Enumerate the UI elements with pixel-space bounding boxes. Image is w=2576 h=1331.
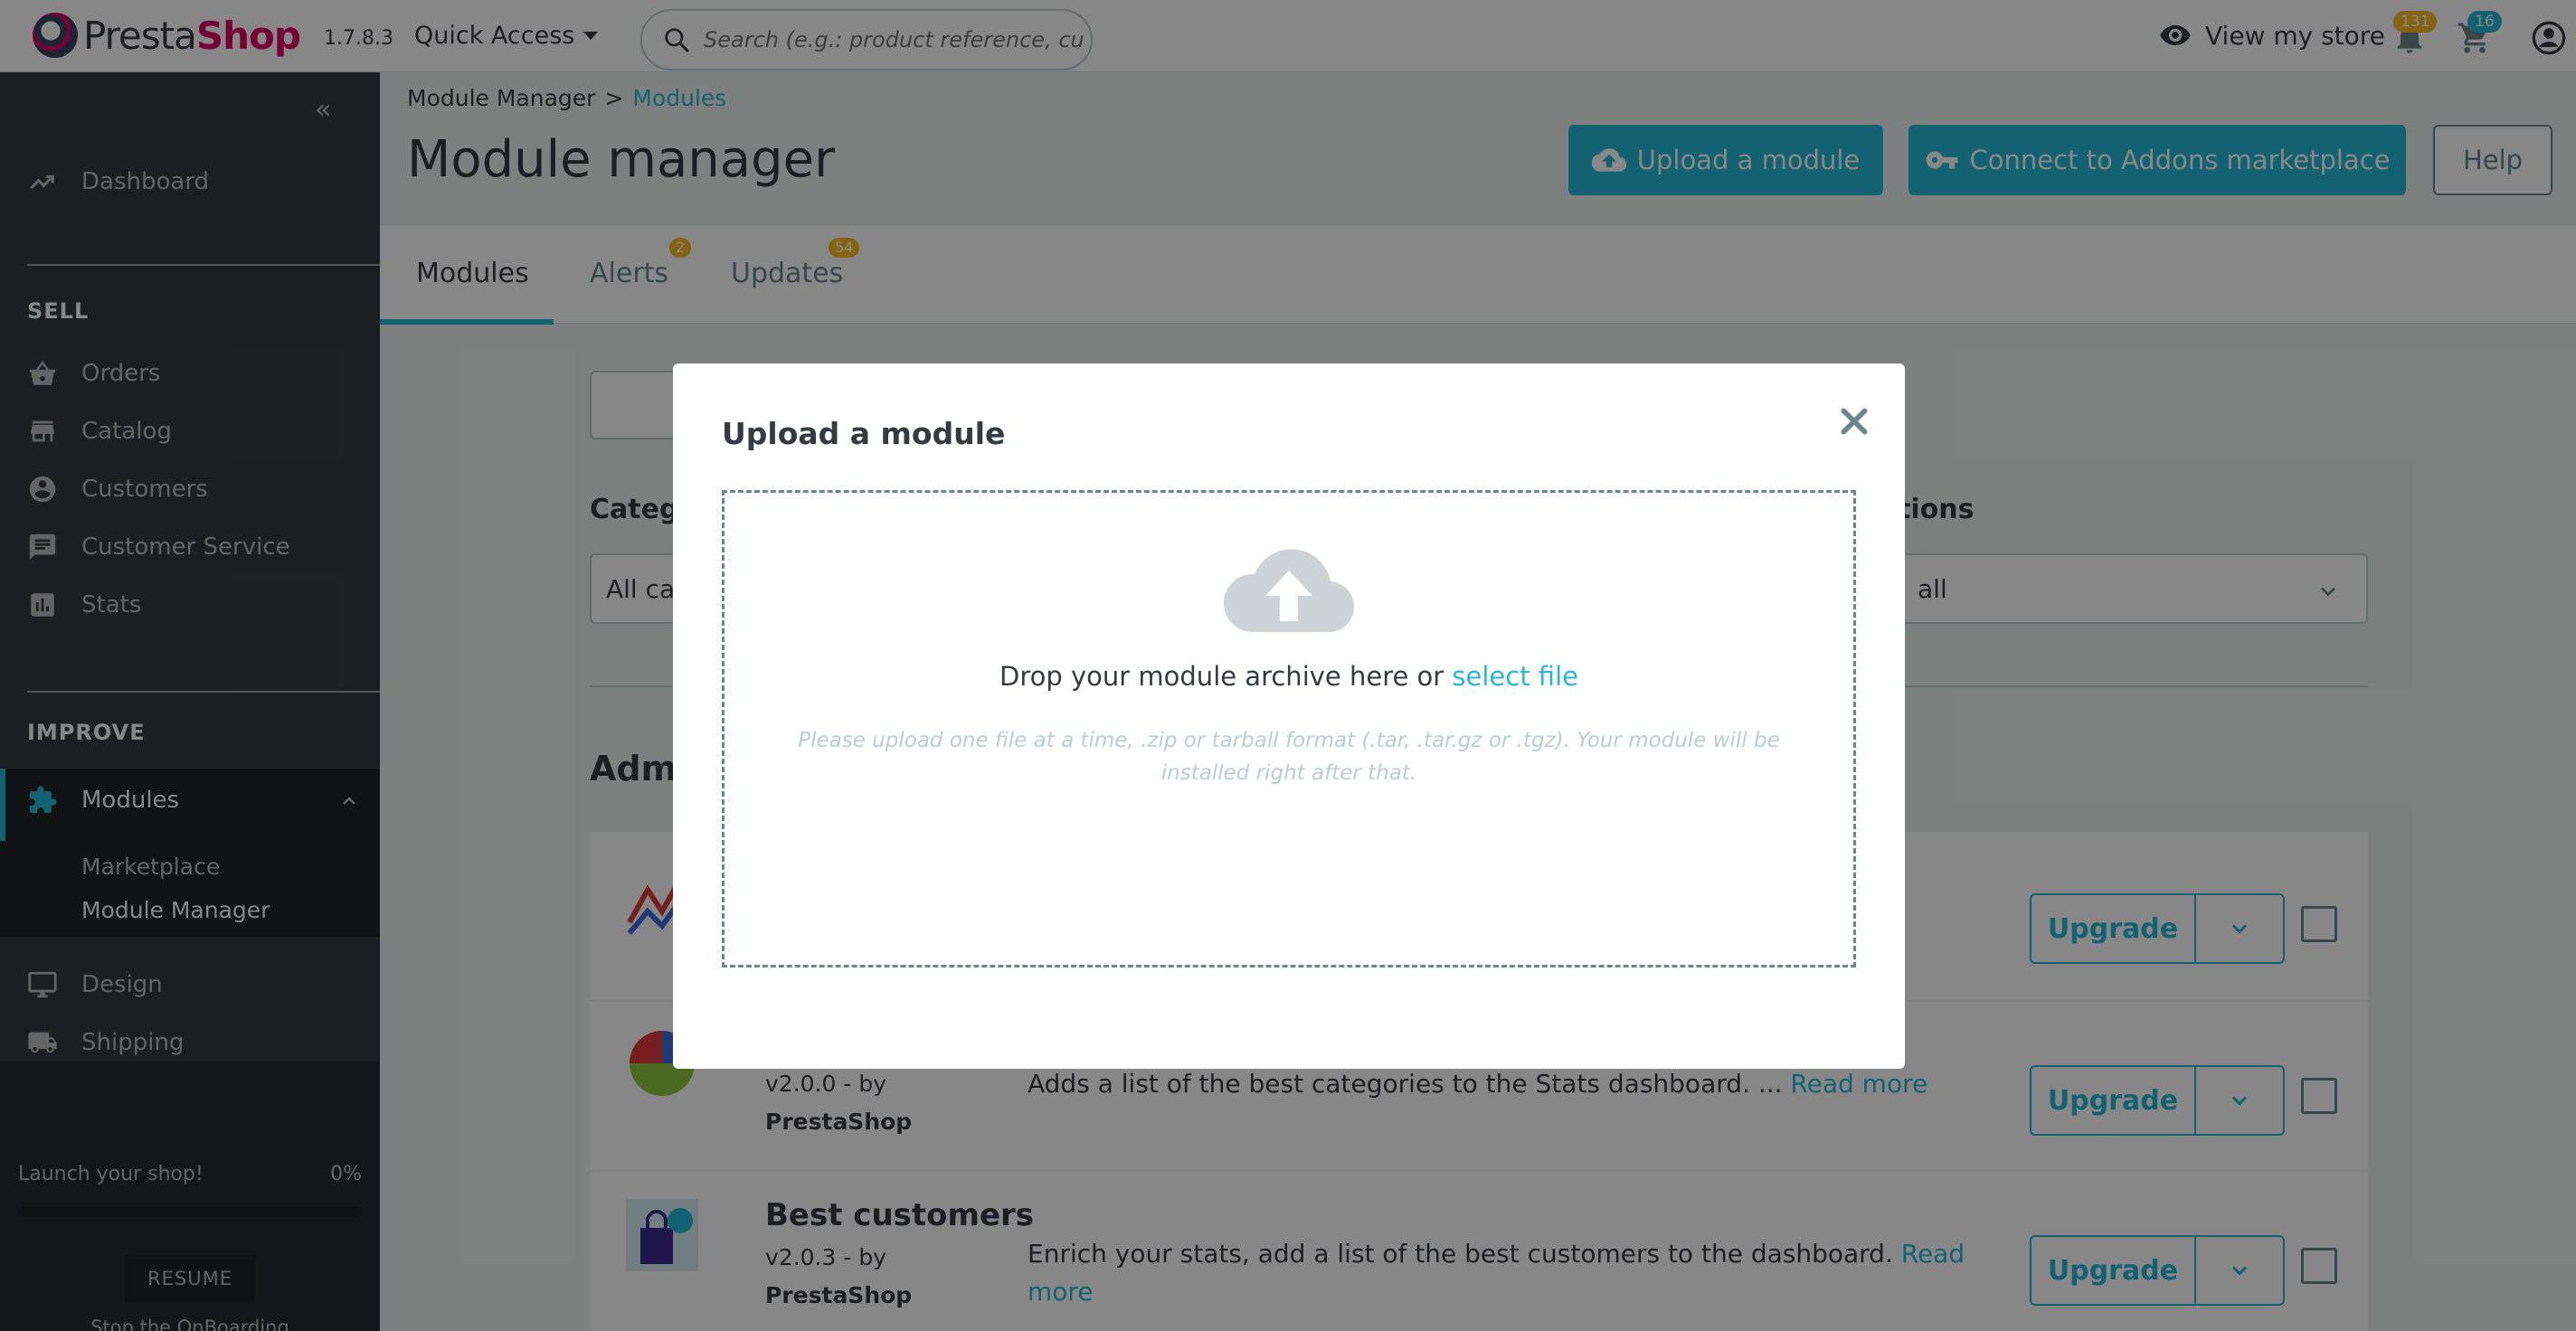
file-dropzone[interactable]: Drop your module archive here or select … xyxy=(722,490,1856,968)
upload-hint: Please upload one file at a time, .zip o… xyxy=(798,729,1780,785)
close-icon[interactable] xyxy=(1836,403,1872,439)
dialog-title: Upload a module xyxy=(722,416,1006,451)
cloud-upload-icon xyxy=(1223,549,1355,633)
upload-module-dialog: Upload a module Drop your module archive… xyxy=(673,363,1905,1069)
select-file-link[interactable]: select file xyxy=(1452,661,1578,692)
drop-instructions: Drop your module archive here or select … xyxy=(724,661,1853,692)
drop-text: Drop your module archive here or xyxy=(999,661,1453,692)
